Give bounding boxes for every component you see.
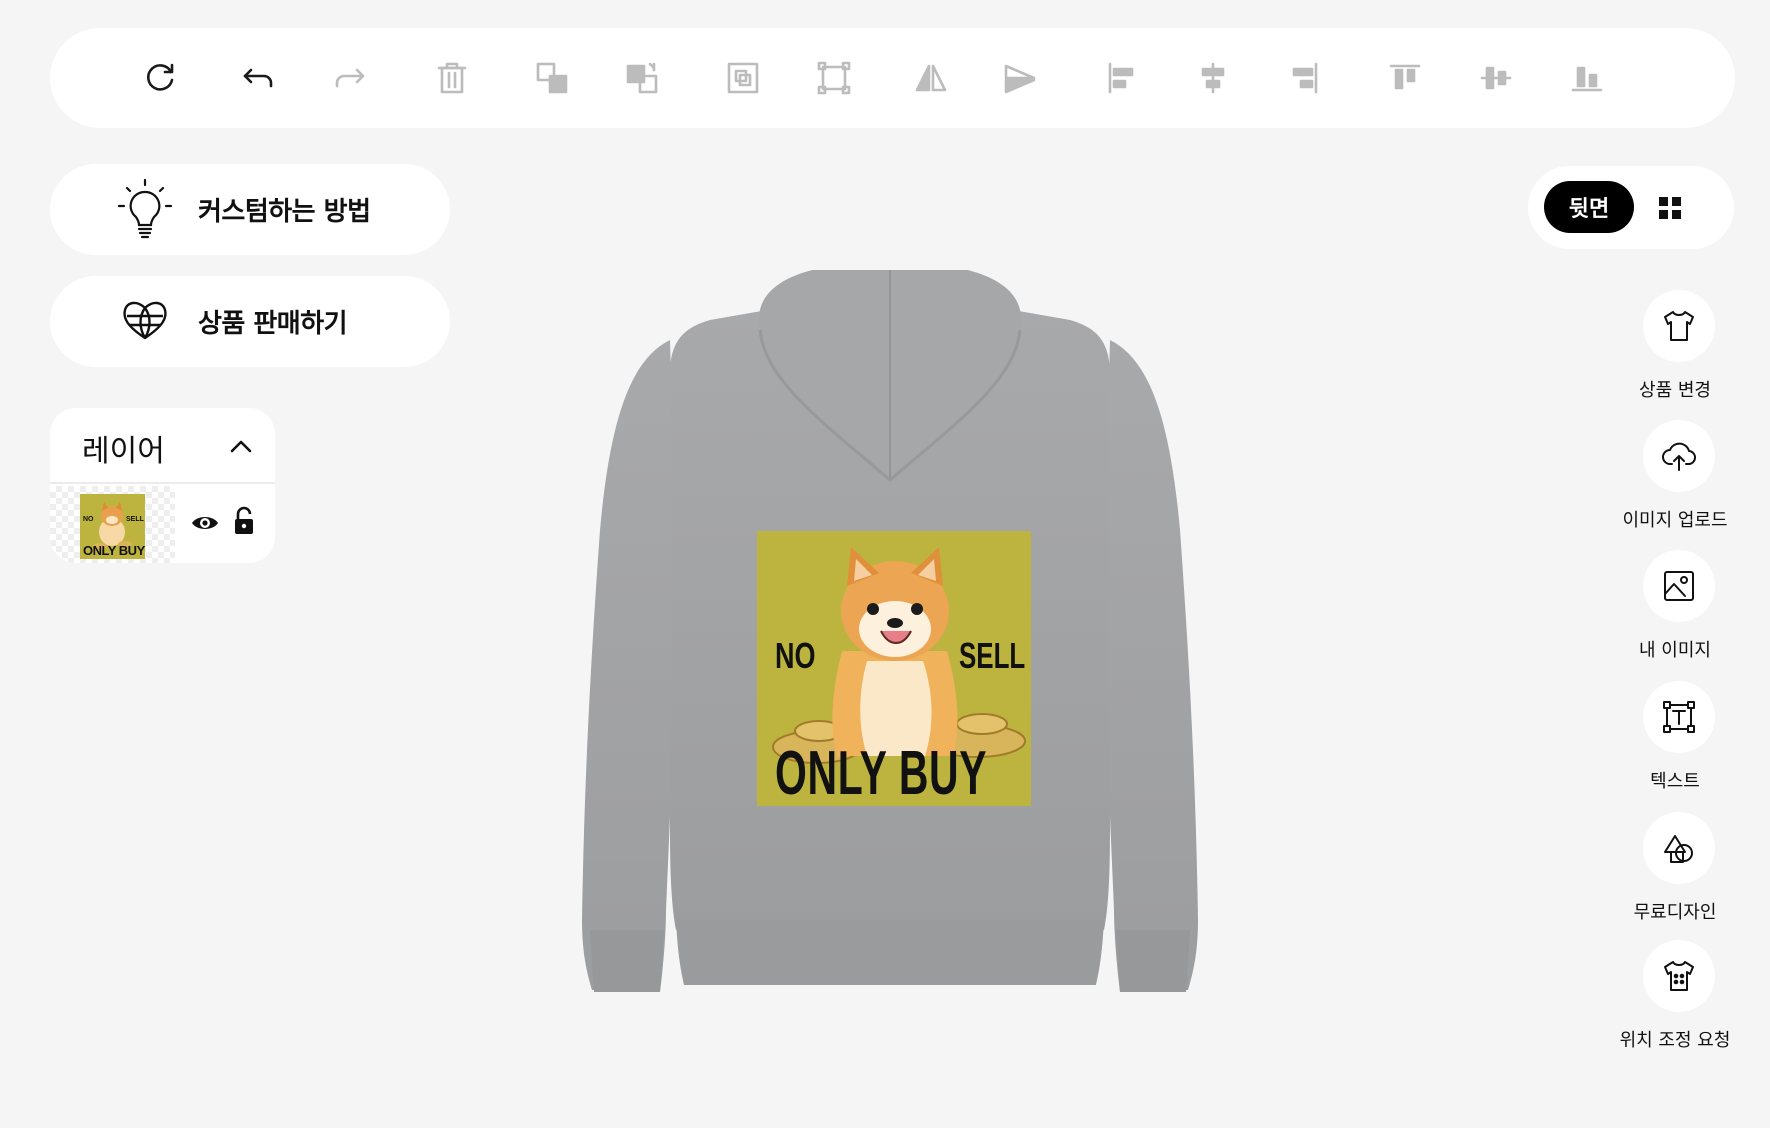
sell-product-label: 상품 판매하기 — [198, 309, 348, 339]
design-text-no: NO — [775, 635, 816, 676]
lightbulb-icon — [117, 178, 173, 239]
heart-globe-icon — [123, 301, 167, 340]
free-design-button[interactable]: 무료디자인 — [1610, 812, 1740, 924]
position-tshirt-icon — [1664, 961, 1694, 991]
view-side-toggle: 뒷면 — [1528, 166, 1734, 249]
design-text-only-buy: ONLY BUY — [775, 739, 988, 806]
my-images-button[interactable]: 내 이미지 — [1610, 550, 1740, 662]
layers-title: 레이어 — [82, 434, 165, 469]
tshirt-icon — [1664, 311, 1694, 341]
free-design-label: 무료디자인 — [1633, 902, 1717, 923]
align-middle-vertical-icon[interactable] — [1476, 58, 1516, 98]
layer-thumb-text-right: SELL — [126, 516, 144, 523]
flip-horizontal-icon[interactable] — [911, 58, 951, 98]
align-bottom-icon[interactable] — [1567, 58, 1607, 98]
back-side-button[interactable]: 뒷면 — [1544, 181, 1634, 233]
shapes-icon — [1664, 835, 1693, 863]
align-top-icon[interactable] — [1385, 58, 1425, 98]
text-tool-label: 텍스트 — [1650, 771, 1700, 792]
position-adjust-request-button[interactable]: 위치 조정 요청 — [1610, 940, 1740, 1052]
bring-forward-icon[interactable] — [622, 58, 662, 98]
align-center-horizontal-icon[interactable] — [1193, 58, 1233, 98]
sell-product-button[interactable]: 상품 판매하기 — [50, 276, 450, 367]
chevron-up-icon[interactable] — [228, 434, 254, 460]
change-product-circle — [1643, 290, 1715, 362]
unlock-icon[interactable] — [232, 506, 256, 536]
text-tool-circle — [1643, 681, 1715, 753]
image-upload-label: 이미지 업로드 — [1622, 510, 1728, 531]
layer-thumb-text-bottom: ONLY BUY — [83, 543, 145, 558]
my-images-circle — [1643, 550, 1715, 622]
text-tool-button[interactable]: 텍스트 — [1610, 681, 1740, 793]
undo-icon[interactable] — [238, 58, 278, 98]
redo-icon[interactable] — [330, 58, 370, 98]
position-adjust-label: 위치 조정 요청 — [1619, 1030, 1731, 1051]
group-icon[interactable] — [723, 58, 763, 98]
align-right-icon[interactable] — [1284, 58, 1324, 98]
layer-thumb-text-left: NO — [83, 516, 94, 523]
layers-panel: 레이어 NO SELL ONLY BUY — [50, 408, 275, 563]
cloud-upload-icon — [1662, 442, 1696, 471]
free-design-circle — [1643, 812, 1715, 884]
image-upload-circle — [1643, 420, 1715, 492]
print-design[interactable]: NO SELL ONLY BUY — [757, 531, 1031, 806]
refresh-icon[interactable] — [140, 58, 180, 98]
layer-thumbnail-background: NO SELL ONLY BUY — [50, 486, 175, 563]
flip-vertical-icon[interactable] — [1000, 58, 1040, 98]
send-backward-icon[interactable] — [532, 58, 572, 98]
position-adjust-circle — [1643, 940, 1715, 1012]
my-images-label: 내 이미지 — [1639, 640, 1711, 661]
top-toolbar — [50, 28, 1735, 128]
how-to-customize-label: 커스텀하는 방법 — [198, 197, 371, 227]
how-to-customize-button[interactable]: 커스텀하는 방법 — [50, 164, 450, 255]
eye-icon[interactable] — [190, 510, 220, 536]
ungroup-icon[interactable] — [814, 58, 854, 98]
layers-header[interactable]: 레이어 — [50, 408, 275, 484]
layer-thumbnail[interactable]: NO SELL ONLY BUY — [80, 494, 145, 559]
change-product-button[interactable]: 상품 변경 — [1610, 290, 1740, 402]
change-product-label: 상품 변경 — [1639, 380, 1711, 401]
design-text-sell: SELL — [959, 635, 1026, 676]
grid-icon[interactable] — [1659, 197, 1681, 219]
delete-icon[interactable] — [432, 58, 472, 98]
align-left-icon[interactable] — [1102, 58, 1142, 98]
text-icon — [1663, 701, 1695, 733]
layer-item[interactable]: NO SELL ONLY BUY — [50, 486, 275, 563]
image-icon — [1664, 571, 1694, 601]
image-upload-button[interactable]: 이미지 업로드 — [1610, 420, 1740, 532]
